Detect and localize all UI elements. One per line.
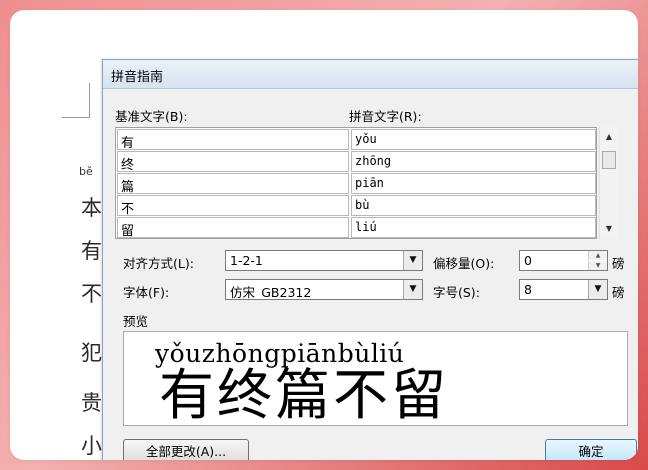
base-text-cell[interactable]: 留 [117, 217, 349, 238]
background-card: bě 本 有 不 犯 贵 小 拼音指南 基准文字(B): 拼音文字(R): 有 … [10, 10, 638, 460]
font-value: 仿宋_GB2312 [230, 285, 312, 300]
offset-value: 0 [524, 253, 532, 268]
pinyin-text-label: 拼音文字(R): [349, 109, 422, 124]
base-text-cell[interactable]: 终 [117, 151, 349, 172]
alignment-select[interactable]: 1-2-1 ▼ [225, 250, 423, 271]
size-label: 字号(S): [433, 285, 480, 300]
alignment-value: 1-2-1 [230, 253, 263, 268]
dialog-title: 拼音指南 [111, 70, 164, 85]
offset-label: 偏移量(O): [433, 256, 495, 271]
size-value: 8 [524, 282, 532, 297]
scroll-thumb[interactable] [602, 151, 616, 169]
pinyin-text-cell[interactable]: zhōng [351, 151, 596, 172]
offset-unit: 磅 [612, 256, 625, 271]
document-pinyin-fragment: bě [79, 165, 93, 178]
scroll-down-arrow-icon[interactable]: ▼ [600, 221, 618, 237]
preview-characters: 有终篇不留 [159, 363, 450, 426]
offset-stepper[interactable]: 0 ▲ ▼ [519, 250, 608, 271]
grid-scrollbar[interactable]: ▲ ▼ [599, 127, 618, 239]
page-crop-mark [62, 83, 90, 118]
alignment-label: 对齐方式(L): [123, 256, 194, 271]
chevron-down-icon[interactable]: ▼ [588, 280, 607, 299]
ok-button[interactable]: 确定 [545, 439, 637, 460]
size-unit: 磅 [612, 285, 625, 300]
pinyin-text-cell[interactable]: liú [351, 217, 596, 238]
chevron-down-icon[interactable]: ▼ [403, 280, 422, 299]
base-text-cell[interactable]: 有 [117, 129, 349, 150]
spin-up-icon[interactable]: ▲ [588, 251, 607, 260]
scroll-up-arrow-icon[interactable]: ▲ [600, 129, 618, 145]
pinyin-text-cell[interactable]: piān [351, 173, 596, 194]
pinyin-text-cell[interactable]: bù [351, 195, 596, 216]
size-select[interactable]: 8 ▼ [519, 279, 608, 300]
phonetic-guide-dialog: 拼音指南 基准文字(B): 拼音文字(R): 有 yǒu 终 zhōng 篇 p… [102, 59, 638, 460]
dialog-titlebar[interactable]: 拼音指南 [103, 60, 638, 89]
base-text-cell[interactable]: 篇 [117, 173, 349, 194]
pinyin-text-cell[interactable]: yǒu [351, 129, 596, 150]
base-text-label: 基准文字(B): [115, 109, 188, 124]
base-text-cell[interactable]: 不 [117, 195, 349, 216]
pinyin-grid: 有 yǒu 终 zhōng 篇 piān 不 bù 留 liú [115, 127, 597, 239]
font-select[interactable]: 仿宋_GB2312 ▼ [225, 279, 423, 300]
chevron-down-icon[interactable]: ▼ [403, 251, 422, 270]
preview-box: yǒuzhōngpiānbùliú 有终篇不留 [123, 331, 628, 426]
spin-down-icon[interactable]: ▼ [588, 261, 607, 270]
preview-label: 预览 [123, 314, 149, 329]
font-label: 字体(F): [123, 285, 170, 300]
change-all-button[interactable]: 全部更改(A)... [123, 439, 249, 460]
